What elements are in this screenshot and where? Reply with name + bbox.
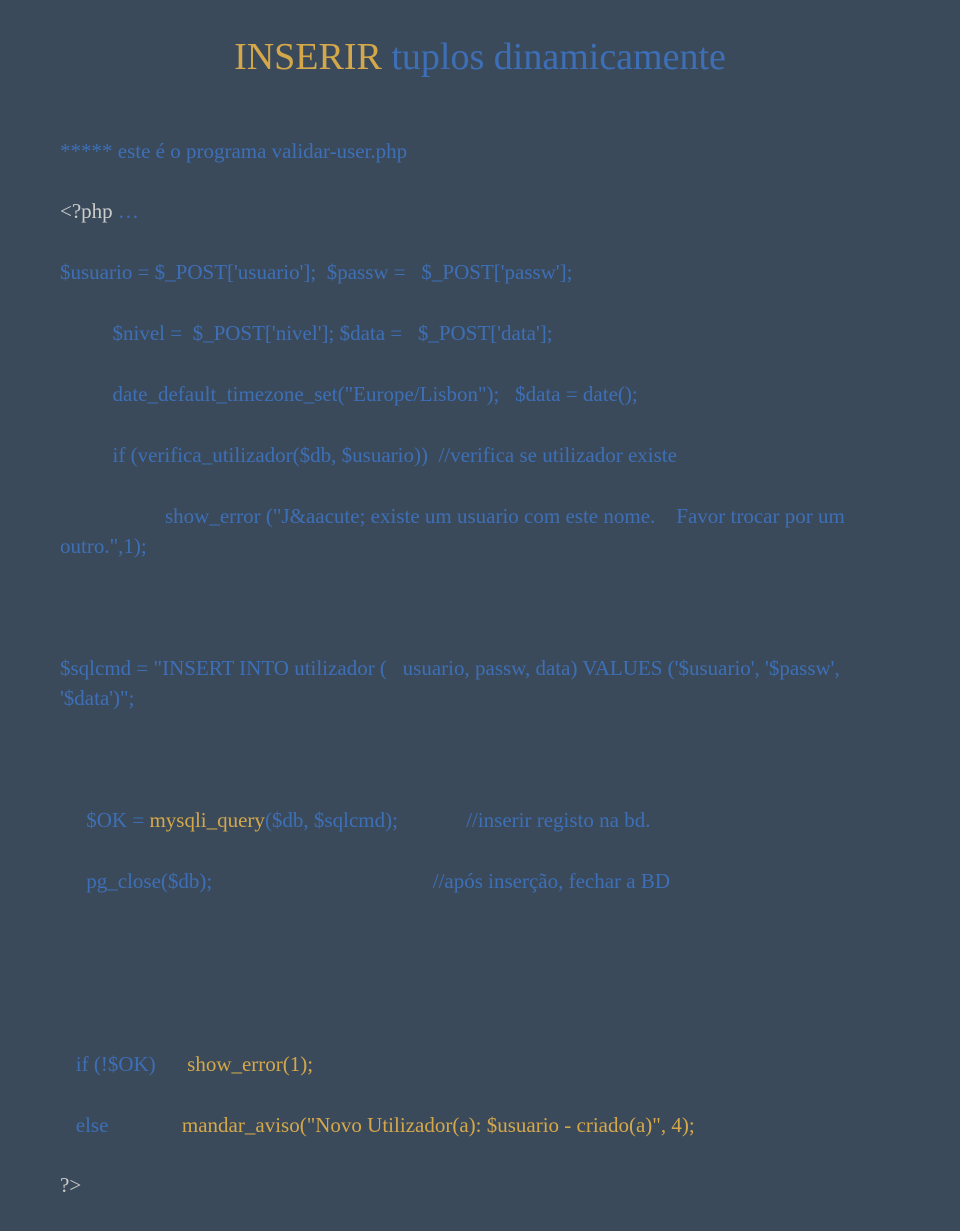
code-line: $usuario = $_POST['usuario']; $passw = $… <box>60 257 900 287</box>
code-seg: ($db, $sqlcmd); <box>265 808 398 832</box>
blank-line <box>60 744 900 774</box>
code-seg: if (!$OK) <box>60 1052 187 1076</box>
title-prefix: INSERIR <box>234 36 382 78</box>
inline-comment: //após inserção, fechar a BD <box>212 869 670 893</box>
blank-line <box>60 592 900 622</box>
code-line-close: pg_close($db); //após inserção, fechar a… <box>60 866 900 896</box>
mandar-aviso-call: mandar_aviso("Novo Utilizador(a): $usuar… <box>182 1113 695 1137</box>
code-seg: else <box>60 1113 182 1137</box>
inline-comment: //inserir registo na bd. <box>398 808 651 832</box>
code-line-phptag: <?php … <box>60 196 900 226</box>
code-line: if (verifica_utilizador($db, $usuario)) … <box>60 440 900 470</box>
code-line-if: if (!$OK) show_error(1); <box>60 1049 900 1079</box>
blank-line <box>60 988 900 1018</box>
title-suffix: tuplos dinamicamente <box>382 36 726 78</box>
slide-title: INSERIR tuplos dinamicamente <box>60 30 900 85</box>
code-seg: pg_close($db); <box>60 869 212 893</box>
code-line: date_default_timezone_set("Europe/Lisbon… <box>60 379 900 409</box>
code-block: ***** este é o programa validar-user.php… <box>60 105 900 1231</box>
code-line-query: $OK = mysqli_query($db, $sqlcmd); //inse… <box>60 805 900 835</box>
blank-line <box>60 927 900 957</box>
ellipsis: … <box>113 199 139 223</box>
code-line: show_error ("J&aacute; existe um usuario… <box>60 501 900 562</box>
php-close-tag: ?> <box>60 1170 900 1200</box>
php-open-tag: <?php <box>60 199 113 223</box>
code-line-comment: ***** este é o programa validar-user.php <box>60 136 900 166</box>
code-seg: $OK = <box>60 808 149 832</box>
mysqli-query-call: mysqli_query <box>149 808 265 832</box>
show-error-call: show_error(1); <box>187 1052 313 1076</box>
code-line-else: else mandar_aviso("Novo Utilizador(a): $… <box>60 1110 900 1140</box>
code-line: $sqlcmd = "INSERT INTO utilizador ( usua… <box>60 653 900 714</box>
code-line: $nivel = $_POST['nivel']; $data = $_POST… <box>60 318 900 348</box>
